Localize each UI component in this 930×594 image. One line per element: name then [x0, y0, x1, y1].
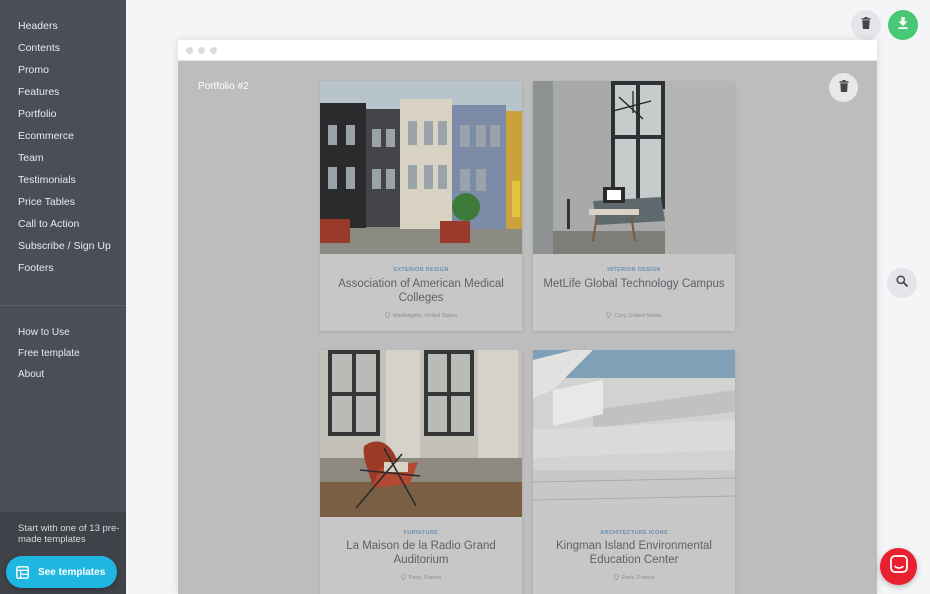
card-location-text: Paris, France: [408, 575, 442, 581]
sidebar-item-features[interactable]: Features: [0, 82, 126, 104]
window-dot: [198, 47, 205, 54]
block-category-nav: Headers Contents Promo Features Portfoli…: [0, 16, 126, 280]
card-location: Cary, United States: [533, 312, 735, 319]
portfolio-card[interactable]: Exterior Design Association of American …: [320, 81, 522, 331]
sidebar-item-ecommerce[interactable]: Ecommerce: [0, 126, 126, 148]
sidebar-item-call-to-action[interactable]: Call to Action: [0, 214, 126, 236]
card-category: Furniture: [403, 530, 439, 536]
portfolio-card[interactable]: Architecture Icons Kingman Island Enviro…: [533, 350, 735, 594]
map-pin-icon: [384, 312, 390, 318]
card-title: La Maison de la Radio Grand Auditorium: [346, 540, 496, 566]
sidebar-item-footers[interactable]: Footers: [0, 258, 126, 280]
sidebar-item-headers[interactable]: Headers: [0, 16, 126, 38]
download-button[interactable]: [888, 10, 918, 40]
delete-block-button[interactable]: [829, 73, 858, 102]
sidebar-item-free-template[interactable]: Free template: [0, 344, 126, 365]
sidebar-item-contents[interactable]: Contents: [0, 38, 126, 60]
map-pin-icon: [613, 574, 619, 580]
sidebar-item-about[interactable]: About: [0, 365, 126, 386]
sidebar-item-how-to-use[interactable]: How to Use: [0, 323, 126, 344]
card-location: Paris, France: [533, 574, 735, 581]
card-location-text: Cary, United States: [614, 313, 662, 319]
block-label: Portfolio #2: [198, 81, 249, 92]
card-location: Washington, United States: [320, 312, 522, 319]
sidebar-item-subscribe[interactable]: Subscribe / Sign Up: [0, 236, 126, 258]
map-pin-icon: [400, 574, 406, 580]
sidebar-item-promo[interactable]: Promo: [0, 60, 126, 82]
sidebar-item-team[interactable]: Team: [0, 148, 126, 170]
sidebar-item-testimonials[interactable]: Testimonials: [0, 170, 126, 192]
chat-icon: [889, 555, 908, 578]
preview-frame: Portfolio #2 EXTERIOR DESIGN Association…: [178, 40, 877, 594]
see-templates-label: See templates: [38, 566, 106, 578]
search-icon: [896, 274, 908, 292]
sidebar-footer: Start with one of 13 pre-made templates …: [0, 512, 126, 594]
portfolio-card[interactable]: Interior Design MetLife Global Technolog…: [533, 81, 735, 331]
templates-promo-text: Start with one of 13 pre-made templates: [18, 523, 120, 545]
chat-button[interactable]: [880, 548, 917, 585]
card-location-text: Washington, United States: [392, 313, 458, 319]
sidebar-item-price-tables[interactable]: Price Tables: [0, 192, 126, 214]
card-photo-butterfly-chair: [320, 350, 522, 517]
card-photo-interior-room: [533, 81, 735, 254]
card-location: Paris, France: [320, 574, 522, 581]
card-location-text: Paris, France: [621, 575, 655, 581]
card-title: Association of American Medical Colleges: [338, 278, 504, 304]
window-dot: [186, 47, 193, 54]
card-title: Kingman Island Environmental Education C…: [556, 540, 712, 566]
trash-icon: [839, 79, 849, 97]
download-icon: [897, 16, 909, 34]
zoom-button[interactable]: [887, 268, 917, 298]
template-grid-icon: [16, 565, 29, 579]
sidebar-divider: [0, 305, 126, 306]
portfolio-card[interactable]: Furniture La Maison de la Radio Grand Au…: [320, 350, 522, 594]
card-photo-white-architecture: [533, 350, 735, 517]
trash-icon: [861, 16, 871, 34]
sidebar-item-portfolio[interactable]: Portfolio: [0, 104, 126, 126]
app-root: Headers Contents Promo Features Portfoli…: [0, 0, 930, 594]
clear-all-button[interactable]: [851, 10, 881, 40]
sidebar: Headers Contents Promo Features Portfoli…: [0, 0, 126, 594]
card-photo-victorian-houses: [320, 81, 522, 254]
see-templates-button[interactable]: See templates: [6, 556, 117, 588]
card-category: Architecture Icons: [600, 530, 668, 536]
card-category: Interior Design: [607, 267, 661, 273]
window-dot: [210, 47, 217, 54]
map-pin-icon: [606, 312, 612, 318]
browser-bar: [178, 40, 877, 61]
card-category: Exterior Design: [393, 267, 449, 273]
secondary-nav: How to Use Free template About: [0, 323, 126, 386]
card-title: MetLife Global Technology Campus: [543, 278, 725, 290]
